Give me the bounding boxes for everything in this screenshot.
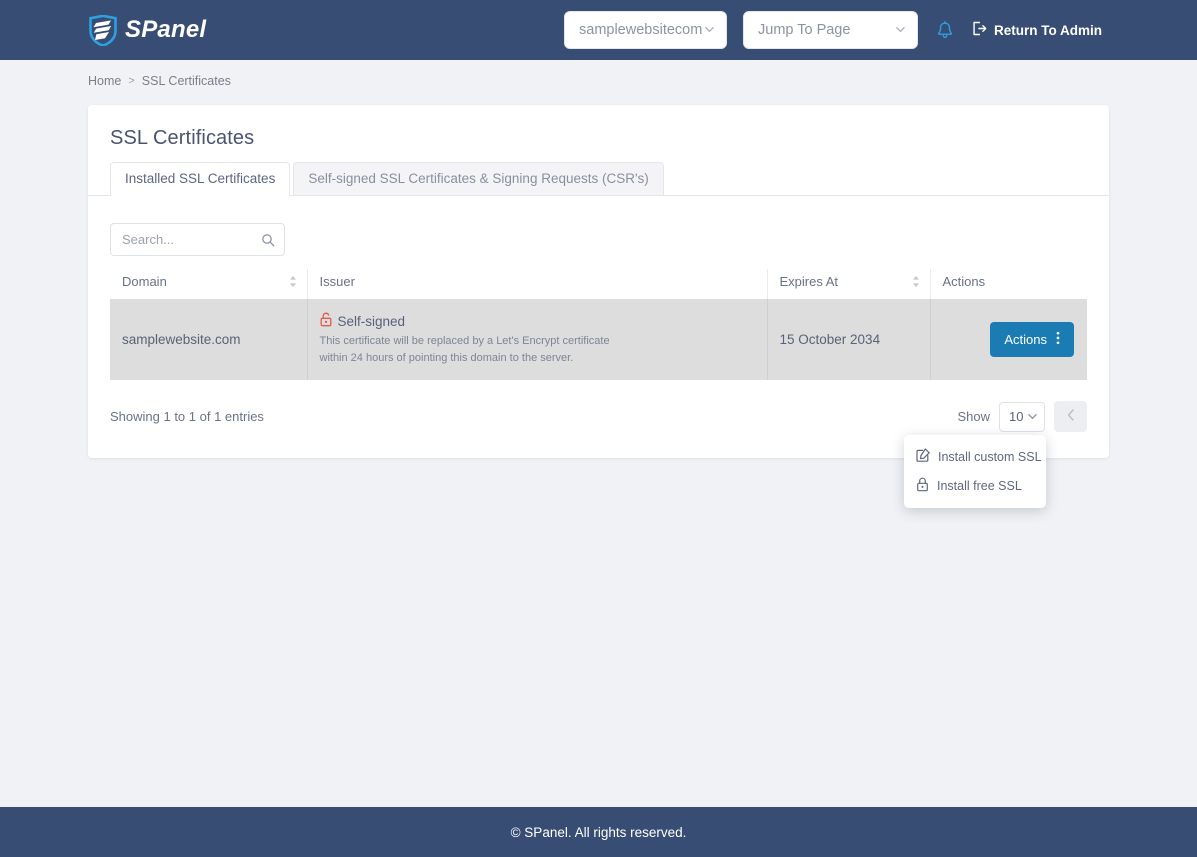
column-header-expires-at[interactable]: Expires At bbox=[767, 269, 930, 299]
tab-self-signed-label: Self-signed SSL Certificates & Signing R… bbox=[308, 171, 648, 186]
table-row[interactable]: samplewebsite.com bbox=[110, 299, 1087, 380]
column-header-expires-label: Expires At bbox=[780, 274, 839, 289]
sort-arrows-icon bbox=[289, 275, 297, 291]
page-size-value: 10 bbox=[1009, 409, 1023, 424]
tab-installed-label: Installed SSL Certificates bbox=[125, 171, 275, 186]
column-header-issuer[interactable]: Issuer bbox=[307, 269, 767, 299]
pagination-previous-button[interactable] bbox=[1054, 401, 1087, 432]
tab-self-signed-csr[interactable]: Self-signed SSL Certificates & Signing R… bbox=[293, 162, 663, 196]
cell-domain: samplewebsite.com bbox=[110, 299, 307, 380]
shield-logo-icon bbox=[88, 15, 118, 46]
chevron-left-icon bbox=[1067, 408, 1075, 426]
app-root: SPanel samplewebsitecom Jump To Page bbox=[0, 0, 1197, 857]
ssl-certificates-card: SSL Certificates Installed SSL Certifica… bbox=[88, 105, 1109, 458]
search-row bbox=[110, 223, 1087, 256]
actions-button-label: Actions bbox=[1004, 332, 1047, 347]
site-select[interactable]: samplewebsitecom bbox=[564, 11, 727, 49]
search-input[interactable] bbox=[122, 232, 256, 247]
issuer-heading: Self-signed bbox=[320, 312, 767, 330]
return-to-admin-button[interactable]: Return To Admin bbox=[972, 21, 1102, 39]
vertical-dots-icon bbox=[1056, 331, 1060, 348]
entries-info: Showing 1 to 1 of 1 entries bbox=[110, 409, 264, 424]
breadcrumb-current: SSL Certificates bbox=[142, 74, 231, 88]
breadcrumb-separator: > bbox=[128, 75, 134, 87]
breadcrumb: Home > SSL Certificates bbox=[0, 60, 1197, 88]
jump-to-page-value: Jump To Page bbox=[758, 22, 850, 38]
breadcrumb-home-link[interactable]: Home bbox=[88, 74, 121, 88]
jump-to-page-select[interactable]: Jump To Page bbox=[743, 11, 918, 49]
menu-item-install-custom-ssl-label: Install custom SSL bbox=[938, 450, 1042, 464]
chevron-down-icon bbox=[1028, 412, 1037, 421]
column-header-actions-label: Actions bbox=[943, 274, 986, 289]
chevron-down-icon bbox=[896, 25, 905, 34]
edit-square-icon bbox=[916, 448, 930, 465]
menu-item-install-custom-ssl[interactable]: Install custom SSL bbox=[904, 442, 1046, 471]
table-header: Domain Issuer bbox=[110, 269, 1087, 299]
chevron-down-icon bbox=[705, 25, 714, 34]
page-size-select[interactable]: 10 bbox=[999, 402, 1045, 432]
tab-installed-ssl-certificates[interactable]: Installed SSL Certificates bbox=[110, 162, 290, 196]
site-footer: © SPanel. All rights reserved. bbox=[0, 807, 1197, 857]
pagination-controls: Show 10 bbox=[957, 401, 1087, 432]
actions-button[interactable]: Actions bbox=[990, 322, 1074, 357]
site-select-value: samplewebsitecom bbox=[579, 22, 702, 38]
sort-arrows-icon bbox=[912, 275, 920, 291]
table-header-row: Domain Issuer bbox=[110, 269, 1087, 299]
menu-item-install-free-ssl[interactable]: Install free SSL bbox=[904, 471, 1046, 501]
notification-bell-icon[interactable] bbox=[934, 18, 956, 42]
return-to-admin-label: Return To Admin bbox=[994, 23, 1102, 38]
column-header-actions: Actions bbox=[930, 269, 1087, 299]
column-header-domain-label: Domain bbox=[122, 274, 167, 289]
page-title: SSL Certificates bbox=[88, 127, 1109, 166]
brand-name: SPanel bbox=[125, 18, 206, 42]
top-navigation-bar: SPanel samplewebsitecom Jump To Page bbox=[0, 0, 1197, 60]
top-nav-controls: samplewebsitecom Jump To Page bbox=[564, 11, 1102, 49]
ssl-certificates-table: Domain Issuer bbox=[110, 269, 1087, 380]
column-header-domain[interactable]: Domain bbox=[110, 269, 307, 299]
footer-copyright: © SPanel. All rights reserved. bbox=[511, 825, 687, 840]
cell-issuer: Self-signed This certificate will be rep… bbox=[307, 299, 767, 380]
datatable-region: Domain Issuer bbox=[88, 196, 1109, 380]
tab-bar: Installed SSL Certificates Self-signed S… bbox=[88, 166, 1109, 196]
show-entries-label: Show bbox=[957, 409, 990, 424]
cell-actions: Actions bbox=[930, 299, 1087, 380]
main-content: SSL Certificates Installed SSL Certifica… bbox=[0, 88, 1197, 807]
issuer-description-line2: within 24 hours of pointing this domain … bbox=[320, 350, 767, 367]
padlock-icon bbox=[916, 477, 929, 495]
table-body: samplewebsite.com bbox=[110, 299, 1087, 380]
brand-logo-link[interactable]: SPanel bbox=[88, 15, 206, 46]
cell-expires-at: 15 October 2034 bbox=[767, 299, 930, 380]
search-box[interactable] bbox=[110, 223, 285, 256]
search-icon bbox=[261, 233, 275, 252]
actions-dropdown-menu: Install custom SSL Install free SSL bbox=[904, 435, 1046, 508]
menu-item-install-free-ssl-label: Install free SSL bbox=[937, 479, 1022, 493]
issuer-name: Self-signed bbox=[338, 314, 406, 329]
unlocked-padlock-icon bbox=[320, 312, 332, 330]
issuer-description-line1: This certificate will be replaced by a L… bbox=[320, 333, 767, 350]
logout-arrow-icon bbox=[972, 21, 987, 39]
column-header-issuer-label: Issuer bbox=[320, 274, 355, 289]
